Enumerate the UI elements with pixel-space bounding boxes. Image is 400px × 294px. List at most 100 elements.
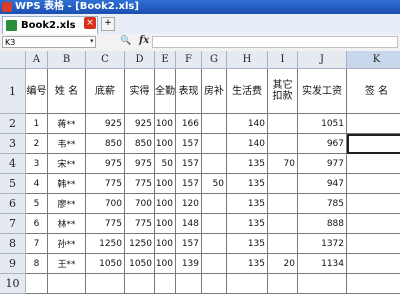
cell-g10[interactable]	[202, 274, 227, 294]
cell-g9[interactable]	[202, 254, 227, 274]
cell-c2[interactable]: 925	[86, 114, 125, 134]
cell-d4[interactable]: 975	[125, 154, 155, 174]
row-header-8[interactable]: 8	[0, 234, 26, 254]
cell-c10[interactable]	[86, 274, 125, 294]
header-cell-k[interactable]: 签 名	[347, 69, 400, 114]
cell-b4[interactable]: 宋**	[48, 154, 86, 174]
column-header-j[interactable]: J	[298, 51, 347, 69]
cell-f7[interactable]: 148	[176, 214, 202, 234]
cell-a8[interactable]: 7	[26, 234, 48, 254]
cell-a3[interactable]: 2	[26, 134, 48, 154]
cell-g8[interactable]	[202, 234, 227, 254]
cell-h9[interactable]: 135	[227, 254, 268, 274]
formula-input[interactable]	[152, 36, 398, 48]
cell-i4[interactable]: 70	[268, 154, 298, 174]
cell-k9[interactable]	[347, 254, 400, 274]
header-cell-e[interactable]: 全勤	[155, 69, 176, 114]
cell-e2[interactable]: 100	[155, 114, 176, 134]
cell-j8[interactable]: 1372	[298, 234, 347, 254]
zoom-icon[interactable]: 🔍	[120, 36, 131, 46]
cell-d9[interactable]: 1050	[125, 254, 155, 274]
cell-e9[interactable]: 100	[155, 254, 176, 274]
close-tab-icon[interactable]: ×	[84, 17, 96, 29]
chevron-down-icon[interactable]: ▾	[90, 37, 94, 45]
cell-d8[interactable]: 1250	[125, 234, 155, 254]
cell-a10[interactable]	[26, 274, 48, 294]
cell-a2[interactable]: 1	[26, 114, 48, 134]
cell-c6[interactable]: 700	[86, 194, 125, 214]
cell-d5[interactable]: 775	[125, 174, 155, 194]
cell-j4[interactable]: 977	[298, 154, 347, 174]
cell-j7[interactable]: 888	[298, 214, 347, 234]
header-cell-g[interactable]: 房补	[202, 69, 227, 114]
cell-f5[interactable]: 157	[176, 174, 202, 194]
header-cell-i[interactable]: 其它扣款	[268, 69, 298, 114]
new-tab-icon[interactable]: +	[101, 17, 115, 31]
cell-j5[interactable]: 947	[298, 174, 347, 194]
cell-g5[interactable]: 50	[202, 174, 227, 194]
column-header-e[interactable]: E	[155, 51, 176, 69]
row-header-2[interactable]: 2	[0, 114, 26, 134]
cell-b8[interactable]: 孙**	[48, 234, 86, 254]
cell-i6[interactable]	[268, 194, 298, 214]
select-all-corner[interactable]	[0, 51, 26, 69]
cell-c7[interactable]: 775	[86, 214, 125, 234]
name-box[interactable]: K3	[2, 36, 96, 48]
header-cell-b[interactable]: 姓 名	[48, 69, 86, 114]
cell-c9[interactable]: 1050	[86, 254, 125, 274]
cell-d2[interactable]: 925	[125, 114, 155, 134]
cell-h3[interactable]: 140	[227, 134, 268, 154]
cell-k3[interactable]	[347, 134, 400, 154]
column-header-d[interactable]: D	[125, 51, 155, 69]
column-header-c[interactable]: C	[86, 51, 125, 69]
row-header-10[interactable]: 10	[0, 274, 26, 294]
cell-e8[interactable]: 100	[155, 234, 176, 254]
cell-d7[interactable]: 775	[125, 214, 155, 234]
column-header-i[interactable]: I	[268, 51, 298, 69]
column-header-a[interactable]: A	[26, 51, 48, 69]
row-header-4[interactable]: 4	[0, 154, 26, 174]
cell-j2[interactable]: 1051	[298, 114, 347, 134]
column-header-g[interactable]: G	[202, 51, 227, 69]
cell-a4[interactable]: 3	[26, 154, 48, 174]
header-cell-a[interactable]: 编号	[26, 69, 48, 114]
cell-f3[interactable]: 157	[176, 134, 202, 154]
cell-d10[interactable]	[125, 274, 155, 294]
row-header-5[interactable]: 5	[0, 174, 26, 194]
cell-e5[interactable]: 100	[155, 174, 176, 194]
cell-j3[interactable]: 967	[298, 134, 347, 154]
cell-k2[interactable]	[347, 114, 400, 134]
header-cell-d[interactable]: 实得	[125, 69, 155, 114]
cell-b6[interactable]: 廖**	[48, 194, 86, 214]
cell-b10[interactable]	[48, 274, 86, 294]
cell-h2[interactable]: 140	[227, 114, 268, 134]
cell-i2[interactable]	[268, 114, 298, 134]
cell-i9[interactable]: 20	[268, 254, 298, 274]
cell-i3[interactable]	[268, 134, 298, 154]
row-header-3[interactable]: 3	[0, 134, 26, 154]
cell-j10[interactable]	[298, 274, 347, 294]
cell-b9[interactable]: 王**	[48, 254, 86, 274]
column-header-b[interactable]: B	[48, 51, 86, 69]
cell-g2[interactable]	[202, 114, 227, 134]
row-header-9[interactable]: 9	[0, 254, 26, 274]
cell-i5[interactable]	[268, 174, 298, 194]
header-cell-f[interactable]: 表现	[176, 69, 202, 114]
cell-j9[interactable]: 1134	[298, 254, 347, 274]
column-header-h[interactable]: H	[227, 51, 268, 69]
cell-b5[interactable]: 韩**	[48, 174, 86, 194]
cell-g6[interactable]	[202, 194, 227, 214]
cell-e6[interactable]: 100	[155, 194, 176, 214]
cell-f9[interactable]: 139	[176, 254, 202, 274]
row-header-6[interactable]: 6	[0, 194, 26, 214]
cell-e7[interactable]: 100	[155, 214, 176, 234]
insert-function-icon[interactable]: fx	[139, 35, 149, 46]
header-cell-h[interactable]: 生活费	[227, 69, 268, 114]
cell-h4[interactable]: 135	[227, 154, 268, 174]
cell-c3[interactable]: 850	[86, 134, 125, 154]
cell-h5[interactable]: 135	[227, 174, 268, 194]
cell-g7[interactable]	[202, 214, 227, 234]
cell-f4[interactable]: 157	[176, 154, 202, 174]
cell-k4[interactable]	[347, 154, 400, 174]
cell-a7[interactable]: 6	[26, 214, 48, 234]
